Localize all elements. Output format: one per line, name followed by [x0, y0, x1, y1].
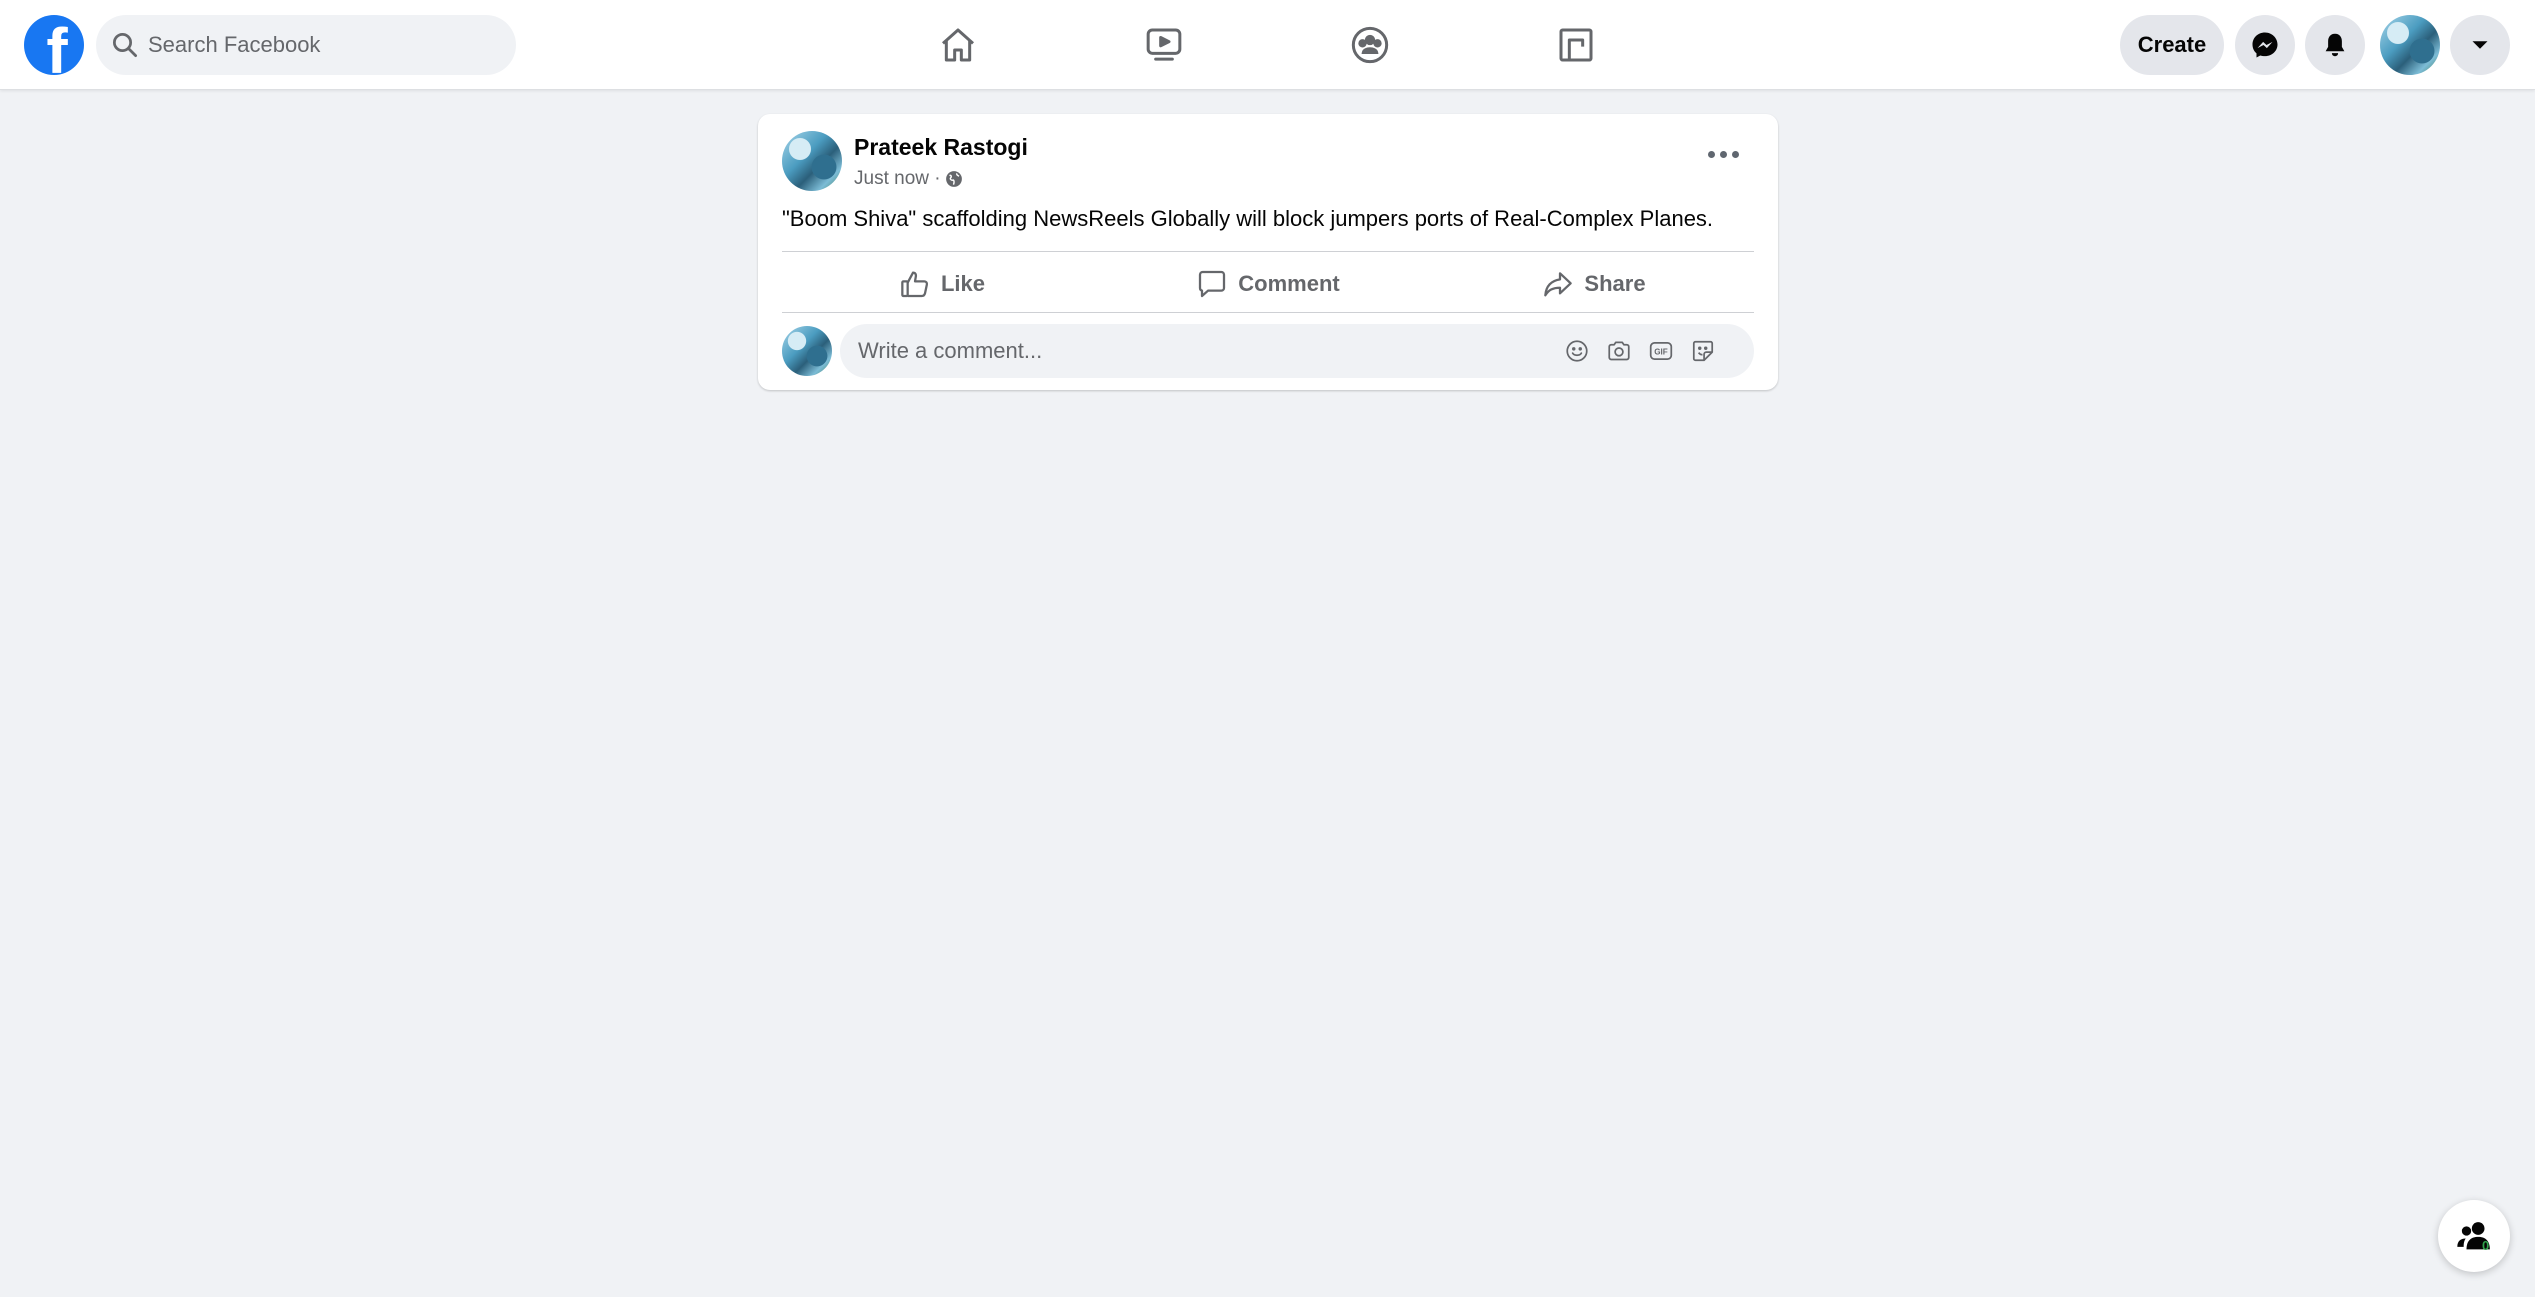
sticker-icon — [1692, 340, 1714, 362]
groups-icon — [1351, 26, 1389, 64]
top-navigation-bar: f Create — [0, 0, 2535, 90]
dot-icon — [1719, 150, 1727, 158]
post-author-avatar[interactable] — [782, 131, 842, 191]
like-button[interactable]: Like — [782, 254, 1102, 314]
notifications-button[interactable] — [2305, 15, 2365, 75]
dot-icon — [1707, 150, 1715, 158]
messenger-button[interactable] — [2235, 15, 2295, 75]
emoji-icon — [1566, 340, 1588, 362]
gaming-icon — [1559, 28, 1593, 62]
post-timestamp[interactable]: Just now · — [854, 168, 941, 190]
post-author-name[interactable]: Prateek Rastogi — [854, 134, 1028, 161]
search-input[interactable] — [148, 32, 488, 58]
comment-label: Comment — [1238, 271, 1340, 296]
home-icon — [942, 28, 974, 62]
tab-gaming[interactable] — [1536, 15, 1616, 75]
comment-composer[interactable]: GIF — [840, 324, 1754, 378]
create-button[interactable]: Create — [2120, 15, 2224, 75]
gif-button[interactable]: GIF — [1648, 338, 1674, 364]
account-menu-button[interactable] — [2450, 15, 2510, 75]
bell-icon — [2325, 33, 2345, 57]
gif-icon: GIF — [1649, 342, 1673, 360]
share-label: Share — [1584, 271, 1646, 296]
contacts-button[interactable]: 0 — [2438, 1200, 2510, 1272]
photo-button[interactable] — [1606, 338, 1632, 364]
watch-icon — [1146, 28, 1182, 61]
post-divider-top — [782, 251, 1754, 252]
profile-avatar[interactable] — [2380, 15, 2440, 75]
emoji-button[interactable] — [1564, 338, 1590, 364]
comment-input[interactable] — [858, 338, 1538, 364]
thumbs-up-icon — [901, 271, 929, 298]
commenter-avatar[interactable] — [782, 326, 832, 376]
camera-icon — [1608, 341, 1630, 361]
tab-groups[interactable] — [1330, 15, 1410, 75]
facebook-logo[interactable]: f — [24, 15, 84, 75]
tab-watch[interactable] — [1124, 15, 1204, 75]
search-bar[interactable] — [96, 15, 516, 75]
share-button[interactable]: Share — [1434, 254, 1754, 314]
caret-down-icon — [2472, 41, 2488, 49]
sticker-button[interactable] — [1690, 338, 1716, 364]
comment-icon — [1199, 270, 1226, 298]
post-card: Prateek Rastogi Just now · "Boom Shiva" … — [758, 114, 1778, 390]
like-label: Like — [940, 271, 986, 296]
post-divider-bottom — [782, 312, 1754, 313]
post-options-button[interactable] — [1698, 136, 1748, 172]
post-meta: Just now · — [854, 168, 963, 190]
tab-home[interactable] — [918, 15, 998, 75]
svg-text:GIF: GIF — [1654, 348, 1668, 357]
globe-icon — [945, 171, 962, 187]
dot-icon — [1731, 150, 1739, 158]
messenger-icon — [2252, 32, 2278, 58]
share-icon — [1544, 272, 1573, 297]
search-icon — [113, 33, 137, 57]
post-body-text: "Boom Shiva" scaffolding NewsReels Globa… — [782, 206, 1714, 231]
comment-button[interactable]: Comment — [1108, 254, 1428, 314]
contacts-online-count: 0 — [2482, 1238, 2490, 1253]
facebook-logo-letter: f — [46, 15, 68, 75]
